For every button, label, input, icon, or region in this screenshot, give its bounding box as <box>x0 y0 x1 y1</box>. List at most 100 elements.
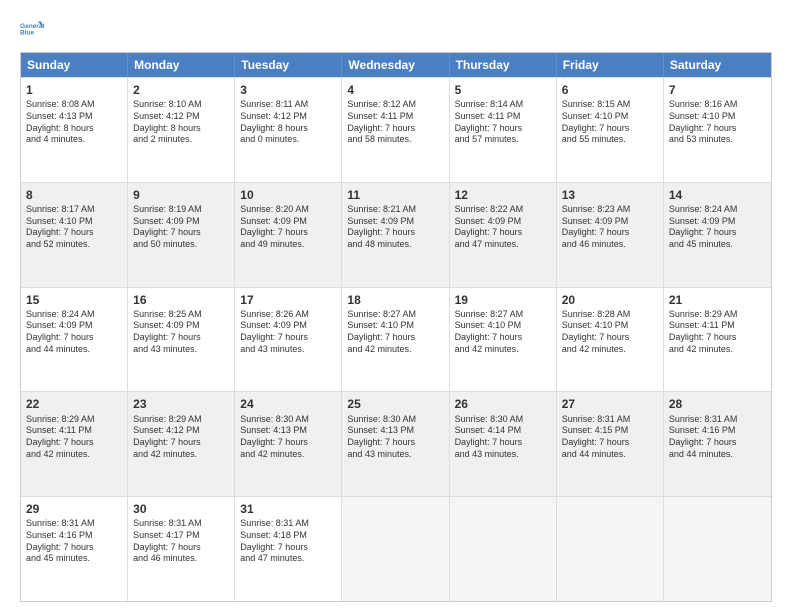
day-number: 25 <box>347 396 443 412</box>
cell-details: Sunrise: 8:30 AM Sunset: 4:13 PM Dayligh… <box>240 414 336 461</box>
cell-details: Sunrise: 8:27 AM Sunset: 4:10 PM Dayligh… <box>455 309 551 356</box>
calendar-cell: 7Sunrise: 8:16 AM Sunset: 4:10 PM Daylig… <box>664 78 771 182</box>
calendar-cell <box>557 497 664 601</box>
cell-details: Sunrise: 8:25 AM Sunset: 4:09 PM Dayligh… <box>133 309 229 356</box>
day-header-thursday: Thursday <box>450 53 557 77</box>
calendar-cell: 22Sunrise: 8:29 AM Sunset: 4:11 PM Dayli… <box>21 392 128 496</box>
day-header-saturday: Saturday <box>664 53 771 77</box>
cell-details: Sunrise: 8:30 AM Sunset: 4:14 PM Dayligh… <box>455 414 551 461</box>
calendar-cell: 21Sunrise: 8:29 AM Sunset: 4:11 PM Dayli… <box>664 288 771 392</box>
logo-icon: GeneralBlue <box>20 16 48 44</box>
calendar-cell: 11Sunrise: 8:21 AM Sunset: 4:09 PM Dayli… <box>342 183 449 287</box>
calendar-cell: 27 Sunrise: 8:31 AM Sunset: 4:15 PM Dayli… <box>557 392 664 496</box>
logo: GeneralBlue <box>20 16 48 44</box>
day-number: 16 <box>133 292 229 308</box>
cell-details: Sunrise: 8:31 AM Sunset: 4:18 PM Dayligh… <box>240 518 336 565</box>
day-header-tuesday: Tuesday <box>235 53 342 77</box>
cell-details: Sunrise: 8:27 AM Sunset: 4:10 PM Dayligh… <box>347 309 443 356</box>
calendar-cell <box>450 497 557 601</box>
page-header: GeneralBlue <box>20 16 772 44</box>
calendar-cell: 6Sunrise: 8:15 AM Sunset: 4:10 PM Daylig… <box>557 78 664 182</box>
cell-details: Sunrise: 8:24 AM Sunset: 4:09 PM Dayligh… <box>669 204 766 251</box>
calendar-cell: 9Sunrise: 8:19 AM Sunset: 4:09 PM Daylig… <box>128 183 235 287</box>
calendar-body: 1Sunrise: 8:08 AM Sunset: 4:13 PM Daylig… <box>21 77 771 601</box>
day-number: 6 <box>562 82 658 98</box>
calendar-row: 1Sunrise: 8:08 AM Sunset: 4:13 PM Daylig… <box>21 77 771 182</box>
day-number: 13 <box>562 187 658 203</box>
cell-details: Sunrise: 8:22 AM Sunset: 4:09 PM Dayligh… <box>455 204 551 251</box>
day-number: 30 <box>133 501 229 517</box>
cell-details: Sunrise: 8:24 AM Sunset: 4:09 PM Dayligh… <box>26 309 122 356</box>
day-number: 27 <box>562 396 658 412</box>
calendar-cell <box>342 497 449 601</box>
calendar-cell: 12Sunrise: 8:22 AM Sunset: 4:09 PM Dayli… <box>450 183 557 287</box>
day-number: 24 <box>240 396 336 412</box>
calendar-cell: 31Sunrise: 8:31 AM Sunset: 4:18 PM Dayli… <box>235 497 342 601</box>
day-number: 18 <box>347 292 443 308</box>
calendar-row: 29Sunrise: 8:31 AM Sunset: 4:16 PM Dayli… <box>21 496 771 601</box>
day-number: 21 <box>669 292 766 308</box>
calendar-cell: 18Sunrise: 8:27 AM Sunset: 4:10 PM Dayli… <box>342 288 449 392</box>
cell-details: Sunrise: 8:21 AM Sunset: 4:09 PM Dayligh… <box>347 204 443 251</box>
calendar-cell: 10Sunrise: 8:20 AM Sunset: 4:09 PM Dayli… <box>235 183 342 287</box>
calendar-cell: 25Sunrise: 8:30 AM Sunset: 4:13 PM Dayli… <box>342 392 449 496</box>
cell-details: Sunrise: 8:31 AM Sunset: 4:16 PM Dayligh… <box>26 518 122 565</box>
calendar-cell: 29Sunrise: 8:31 AM Sunset: 4:16 PM Dayli… <box>21 497 128 601</box>
day-number: 4 <box>347 82 443 98</box>
day-number: 23 <box>133 396 229 412</box>
calendar-cell: 16Sunrise: 8:25 AM Sunset: 4:09 PM Dayli… <box>128 288 235 392</box>
cell-details: Sunrise: 8:17 AM Sunset: 4:10 PM Dayligh… <box>26 204 122 251</box>
calendar-cell: 19Sunrise: 8:27 AM Sunset: 4:10 PM Dayli… <box>450 288 557 392</box>
cell-details: Sunrise: 8:31 AM Sunset: 4:15 PM Dayligh… <box>562 414 658 461</box>
day-number: 31 <box>240 501 336 517</box>
day-number: 10 <box>240 187 336 203</box>
day-header-monday: Monday <box>128 53 235 77</box>
calendar-cell: 26 Sunrise: 8:30 AM Sunset: 4:14 PM Dayli… <box>450 392 557 496</box>
day-header-friday: Friday <box>557 53 664 77</box>
cell-details: Sunrise: 8:16 AM Sunset: 4:10 PM Dayligh… <box>669 99 766 146</box>
day-number: 17 <box>240 292 336 308</box>
calendar-row: 8Sunrise: 8:17 AM Sunset: 4:10 PM Daylig… <box>21 182 771 287</box>
calendar-cell: 15Sunrise: 8:24 AM Sunset: 4:09 PM Dayli… <box>21 288 128 392</box>
day-number: 15 <box>26 292 122 308</box>
calendar-cell: 1Sunrise: 8:08 AM Sunset: 4:13 PM Daylig… <box>21 78 128 182</box>
calendar-cell: 4Sunrise: 8:12 AM Sunset: 4:11 PM Daylig… <box>342 78 449 182</box>
calendar-cell: 2Sunrise: 8:10 AM Sunset: 4:12 PM Daylig… <box>128 78 235 182</box>
cell-details: Sunrise: 8:28 AM Sunset: 4:10 PM Dayligh… <box>562 309 658 356</box>
day-number: 5 <box>455 82 551 98</box>
day-number: 7 <box>669 82 766 98</box>
day-number: 2 <box>133 82 229 98</box>
day-number: 11 <box>347 187 443 203</box>
day-number: 1 <box>26 82 122 98</box>
calendar-cell: 24 Sunrise: 8:30 AM Sunset: 4:13 PM Dayli… <box>235 392 342 496</box>
calendar-cell: 3Sunrise: 8:11 AM Sunset: 4:12 PM Daylig… <box>235 78 342 182</box>
calendar-cell: 8Sunrise: 8:17 AM Sunset: 4:10 PM Daylig… <box>21 183 128 287</box>
cell-details: Sunrise: 8:31 AM Sunset: 4:17 PM Dayligh… <box>133 518 229 565</box>
calendar-header: SundayMondayTuesdayWednesdayThursdayFrid… <box>21 53 771 77</box>
calendar-cell: 17Sunrise: 8:26 AM Sunset: 4:09 PM Dayli… <box>235 288 342 392</box>
day-header-wednesday: Wednesday <box>342 53 449 77</box>
calendar: SundayMondayTuesdayWednesdayThursdayFrid… <box>20 52 772 602</box>
cell-details: Sunrise: 8:15 AM Sunset: 4:10 PM Dayligh… <box>562 99 658 146</box>
calendar-row: 22Sunrise: 8:29 AM Sunset: 4:11 PM Dayli… <box>21 391 771 496</box>
day-number: 3 <box>240 82 336 98</box>
calendar-page: GeneralBlue SundayMondayTuesdayWednesday… <box>0 0 792 612</box>
calendar-cell: 30Sunrise: 8:31 AM Sunset: 4:17 PM Dayli… <box>128 497 235 601</box>
calendar-cell: 23Sunrise: 8:29 AM Sunset: 4:12 PM Dayli… <box>128 392 235 496</box>
day-header-sunday: Sunday <box>21 53 128 77</box>
cell-details: Sunrise: 8:11 AM Sunset: 4:12 PM Dayligh… <box>240 99 336 146</box>
day-number: 8 <box>26 187 122 203</box>
calendar-cell: 20Sunrise: 8:28 AM Sunset: 4:10 PM Dayli… <box>557 288 664 392</box>
day-number: 26 <box>455 396 551 412</box>
calendar-cell <box>664 497 771 601</box>
cell-details: Sunrise: 8:26 AM Sunset: 4:09 PM Dayligh… <box>240 309 336 356</box>
calendar-cell: 28Sunrise: 8:31 AM Sunset: 4:16 PM Dayli… <box>664 392 771 496</box>
cell-details: Sunrise: 8:08 AM Sunset: 4:13 PM Dayligh… <box>26 99 122 146</box>
calendar-row: 15Sunrise: 8:24 AM Sunset: 4:09 PM Dayli… <box>21 287 771 392</box>
day-number: 14 <box>669 187 766 203</box>
svg-text:Blue: Blue <box>20 30 34 37</box>
day-number: 20 <box>562 292 658 308</box>
cell-details: Sunrise: 8:12 AM Sunset: 4:11 PM Dayligh… <box>347 99 443 146</box>
day-number: 29 <box>26 501 122 517</box>
cell-details: Sunrise: 8:23 AM Sunset: 4:09 PM Dayligh… <box>562 204 658 251</box>
